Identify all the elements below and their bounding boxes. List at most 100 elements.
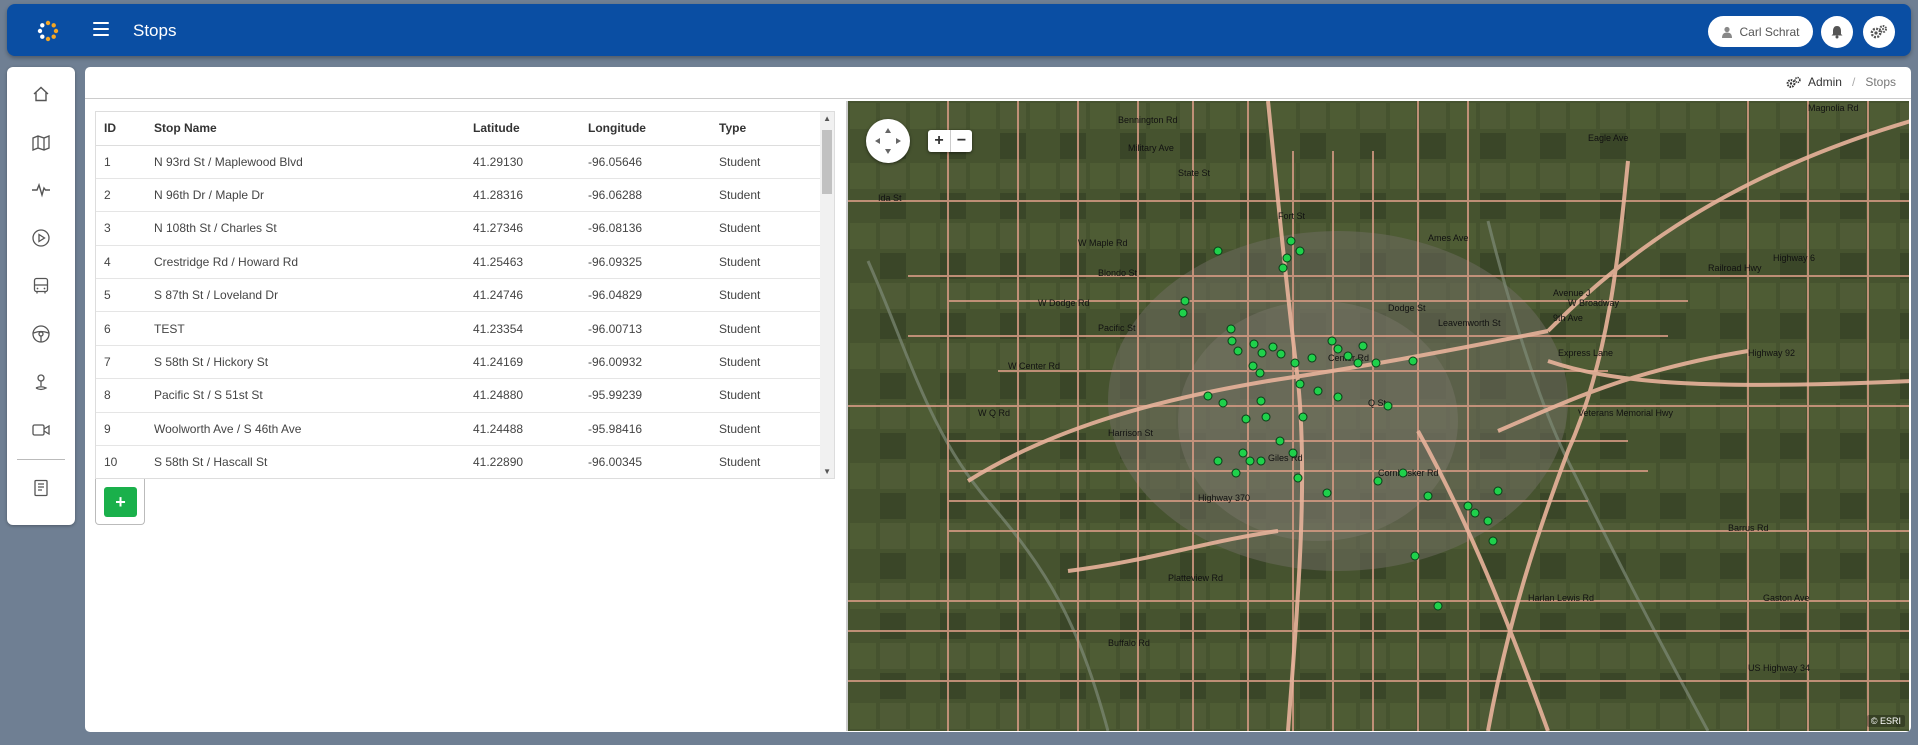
map-pan-control[interactable] <box>866 119 910 163</box>
stop-marker[interactable] <box>1278 263 1288 273</box>
breadcrumb-admin-link[interactable]: Admin <box>1808 75 1842 89</box>
stop-marker[interactable] <box>1256 396 1266 406</box>
stop-marker[interactable] <box>1213 456 1223 466</box>
stop-marker[interactable] <box>1293 473 1303 483</box>
stop-marker[interactable] <box>1307 353 1317 363</box>
app-logo-icon[interactable] <box>37 20 59 42</box>
cell-longitude: -96.04829 <box>580 278 711 313</box>
stop-marker[interactable] <box>1295 379 1305 389</box>
play-icon[interactable] <box>31 228 51 248</box>
book-icon[interactable] <box>31 478 51 498</box>
settings-button[interactable] <box>1863 16 1895 48</box>
column-header-latitude[interactable]: Latitude <box>465 112 580 146</box>
zoom-in-button[interactable]: + <box>928 130 950 152</box>
stop-marker[interactable] <box>1268 342 1278 352</box>
table-row[interactable]: 5S 87th St / Loveland Dr 41.24746 -96.0482… <box>96 278 820 313</box>
hamburger-menu-icon[interactable] <box>93 22 109 36</box>
stop-marker[interactable] <box>1245 456 1255 466</box>
stop-marker[interactable] <box>1238 448 1248 458</box>
table-row[interactable]: 1N 93rd St / Maplewood Blvd 41.29130 -96.0… <box>96 145 820 179</box>
cell-stop-name: Woolworth Ave / S 46th Ave <box>146 412 465 447</box>
stop-marker[interactable] <box>1488 536 1498 546</box>
stop-marker[interactable] <box>1423 491 1433 501</box>
table-row[interactable]: 8 Pacific St / S 51st St 41.24880 -95.99239… <box>96 378 820 413</box>
bus-icon[interactable] <box>31 276 51 296</box>
stop-marker[interactable] <box>1178 308 1188 318</box>
stop-marker[interactable] <box>1483 516 1493 526</box>
stop-marker[interactable] <box>1371 358 1381 368</box>
stop-marker[interactable] <box>1276 349 1286 359</box>
stop-marker[interactable] <box>1256 456 1266 466</box>
table-row[interactable]: 7S 58th St / Hickory St 41.24169 -96.00932… <box>96 345 820 380</box>
stop-marker[interactable] <box>1180 296 1190 306</box>
scroll-thumb[interactable] <box>822 130 832 194</box>
table-row[interactable]: 9 Woolworth Ave / S 46th Ave 41.24488 -95.9… <box>96 412 820 447</box>
table-row[interactable]: 6 TEST 41.23354 -96.00713 Student <box>96 311 820 346</box>
video-camera-icon[interactable] <box>31 420 51 440</box>
stop-marker[interactable] <box>1213 246 1223 256</box>
stop-marker[interactable] <box>1261 412 1271 422</box>
stop-marker[interactable] <box>1373 476 1383 486</box>
cell-type: Student <box>711 245 820 280</box>
scroll-down-icon[interactable]: ▼ <box>823 467 831 476</box>
activity-icon[interactable] <box>31 180 51 200</box>
add-stop-button[interactable]: + <box>104 487 137 517</box>
stop-marker[interactable] <box>1257 348 1267 358</box>
stop-marker[interactable] <box>1233 346 1243 356</box>
table-scrollbar[interactable]: ▲ ▼ <box>820 112 834 478</box>
stop-marker[interactable] <box>1288 448 1298 458</box>
map-icon[interactable] <box>31 132 51 152</box>
stop-marker[interactable] <box>1410 551 1420 561</box>
scroll-up-icon[interactable]: ▲ <box>823 114 831 123</box>
stop-marker[interactable] <box>1275 436 1285 446</box>
stop-marker[interactable] <box>1333 344 1343 354</box>
column-header-longitude[interactable]: Longitude <box>580 112 711 146</box>
stop-marker[interactable] <box>1343 351 1353 361</box>
cell-latitude: 41.28316 <box>465 178 580 213</box>
stop-marker[interactable] <box>1398 468 1408 478</box>
stop-marker[interactable] <box>1241 414 1251 424</box>
stop-marker[interactable] <box>1203 391 1213 401</box>
stop-marker[interactable] <box>1358 341 1368 351</box>
stop-marker[interactable] <box>1463 501 1473 511</box>
table-row[interactable]: 2N 96th Dr / Maple Dr 41.28316 -96.06288 St… <box>96 178 820 213</box>
location-person-icon[interactable] <box>31 372 51 392</box>
stop-marker[interactable] <box>1286 236 1296 246</box>
stop-marker[interactable] <box>1383 401 1393 411</box>
stop-marker[interactable] <box>1231 468 1241 478</box>
steering-wheel-icon[interactable] <box>31 324 51 344</box>
stop-marker[interactable] <box>1333 392 1343 402</box>
stop-marker[interactable] <box>1226 324 1236 334</box>
stop-marker[interactable] <box>1298 412 1308 422</box>
gears-icon <box>1786 76 1801 88</box>
stop-marker[interactable] <box>1493 486 1503 496</box>
stop-marker[interactable] <box>1282 253 1292 263</box>
table-row[interactable]: 4 Crestridge Rd / Howard Rd 41.25463 -96.09… <box>96 245 820 280</box>
stop-marker[interactable] <box>1218 398 1228 408</box>
home-icon[interactable] <box>31 84 51 104</box>
column-header-id[interactable]: ID <box>96 112 146 146</box>
stop-marker[interactable] <box>1290 358 1300 368</box>
zoom-out-button[interactable]: − <box>950 130 972 152</box>
page-title: Stops <box>133 21 177 40</box>
stop-marker[interactable] <box>1248 361 1258 371</box>
stop-marker[interactable] <box>1227 336 1237 346</box>
stop-marker[interactable] <box>1249 339 1259 349</box>
column-header-stop-name[interactable]: Stop Name <box>146 112 465 146</box>
stop-marker[interactable] <box>1470 508 1480 518</box>
stop-marker[interactable] <box>1295 246 1305 256</box>
stop-marker[interactable] <box>1408 356 1418 366</box>
table-row[interactable]: 10 S 58th St / Hascall St 41.22890 -96.0034… <box>96 445 820 478</box>
stop-marker[interactable] <box>1353 358 1363 368</box>
user-menu-button[interactable]: Carl Schrat <box>1708 16 1813 47</box>
map-view[interactable]: Bennington Rd Military Ave State St Ida St W… <box>846 101 1909 731</box>
stop-marker[interactable] <box>1255 368 1265 378</box>
stop-marker[interactable] <box>1322 488 1332 498</box>
cell-latitude: 41.27346 <box>465 211 580 246</box>
notifications-button[interactable] <box>1821 16 1853 48</box>
table-row[interactable]: 3N 108th St / Charles St 41.27346 -96.0813… <box>96 211 820 246</box>
stop-marker[interactable] <box>1327 336 1337 346</box>
stop-marker[interactable] <box>1433 601 1443 611</box>
stop-marker[interactable] <box>1313 386 1323 396</box>
column-header-type[interactable]: Type <box>711 112 820 146</box>
